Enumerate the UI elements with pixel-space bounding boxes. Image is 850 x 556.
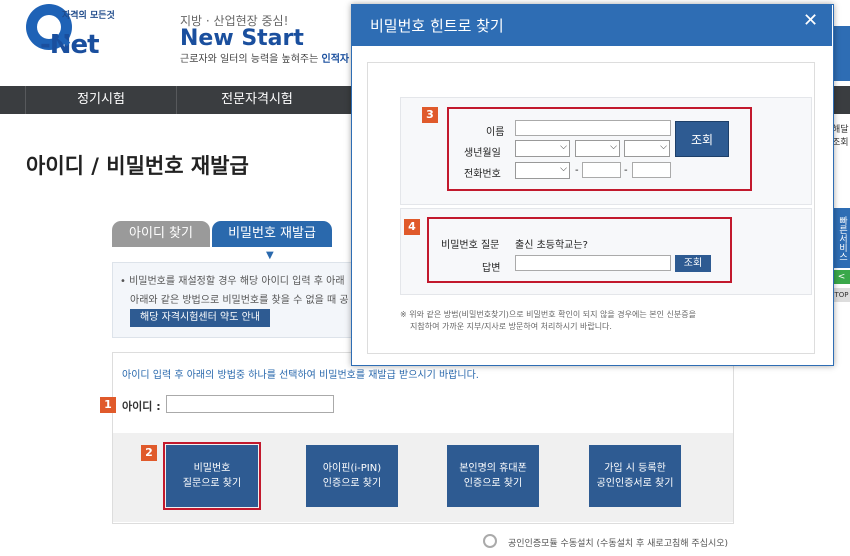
cert-module-link[interactable]: 공인인증모듈 수동설치 (수동설치 후 새로고침해 주십시오) (508, 536, 728, 549)
right-banner[interactable] (832, 26, 850, 81)
slogan-title: New Start (180, 26, 304, 51)
find-by-phone-button[interactable]: 본인명의 휴대폰 인증으로 찾기 (447, 445, 539, 507)
modal-title: 비밀번호 힌트로 찾기 (370, 17, 504, 35)
chevron-down-icon: ▼ (266, 250, 274, 261)
footnote-line-1: ※ 위와 같은 방법(비밀번호찾기)으로 비밀번호 확인이 되지 않을 경우에는… (400, 310, 696, 319)
center-map-button[interactable]: 해당 자격시험센터 약도 안내 (130, 309, 270, 327)
tab-reissue-password[interactable]: 비밀번호 재발급 (212, 221, 332, 247)
step-number-3: 3 (422, 107, 438, 123)
close-icon[interactable]: ✕ (803, 10, 818, 31)
right-rail-label: 해달조회 (832, 125, 849, 148)
step-number-1: 1 (100, 397, 116, 413)
birth-month-select[interactable]: ⌵ (575, 140, 620, 157)
chevron-down-icon: ⌵ (560, 164, 567, 174)
question-label: 비밀번호 질문 (441, 240, 500, 251)
find-by-ipin-button[interactable]: 아이핀(i-PIN) 인증으로 찾기 (306, 445, 398, 507)
notice-text-1: • 비밀번호를 재설정할 경우 해당 아이디 입력 후 아래 (120, 276, 345, 287)
question-value: 출신 초등학교는? (515, 240, 588, 251)
footnote-line-2: 지참하여 가까운 지부/지사로 방문하여 처리하시기 바랍니다. (410, 322, 612, 331)
slogan-desc-text: 근로자와 일터의 능력을 높혀주는 (180, 54, 319, 65)
answer-lookup-button[interactable]: 조회 (675, 255, 711, 272)
phone-label: 전화번호 (464, 169, 501, 180)
page-title: 아이디 / 비밀번호 재발급 (26, 154, 249, 178)
phone-last-input[interactable] (632, 162, 671, 178)
phone-separator-2: - (624, 165, 628, 176)
chevron-down-icon: ⌵ (610, 142, 617, 152)
chevron-down-icon: ⌵ (560, 142, 567, 152)
id-label: 아이디 : (122, 400, 161, 413)
answer-input[interactable] (515, 255, 671, 271)
phone-middle-input[interactable] (582, 162, 621, 178)
tab-find-id[interactable]: 아이디 찾기 (112, 221, 210, 247)
answer-label: 답변 (482, 263, 501, 274)
quick-service-button[interactable]: 빠른서비스 (833, 208, 850, 268)
birth-label: 생년월일 (464, 148, 501, 159)
method-intro-text: 아이디 입력 후 아래의 방법중 하나를 선택하여 비밀번호를 재발급 받으시기… (122, 370, 479, 381)
birth-day-select[interactable]: ⌵ (624, 140, 670, 157)
logo-tagline: 자격의 모든것 (62, 11, 115, 21)
name-input[interactable] (515, 120, 671, 136)
nav-item-regular-exam[interactable]: 정기시험 (25, 86, 176, 114)
slogan-description: 근로자와 일터의 능력을 높혀주는 인적자 (180, 50, 349, 65)
phone-prefix-select[interactable]: ⌵ (515, 162, 570, 179)
identity-lookup-button[interactable]: 조회 (675, 121, 729, 157)
phone-separator-1: - (575, 165, 579, 176)
logo-name: -Net (40, 30, 100, 60)
nav-item-professional-exam[interactable]: 전문자격시험 (176, 86, 337, 114)
slogan-desc-highlight: 인적자 (321, 54, 350, 65)
notice-text-2: 아래와 같은 방법으로 비밀번호를 찾을 수 없을 때 공 (130, 295, 349, 306)
find-by-question-button[interactable]: 비밀번호 질문으로 찾기 (163, 442, 261, 510)
gear-icon (483, 534, 497, 548)
find-by-certificate-button[interactable]: 가입 시 등록한 공인인증서로 찾기 (589, 445, 681, 507)
id-input[interactable] (166, 395, 334, 413)
collapse-arrow-icon[interactable]: < (833, 270, 850, 284)
birth-year-select[interactable]: ⌵ (515, 140, 570, 157)
step-number-2: 2 (141, 445, 157, 461)
name-label: 이름 (486, 127, 505, 138)
chevron-down-icon: ⌵ (660, 142, 667, 152)
top-button[interactable]: TOP (833, 288, 850, 302)
step-number-4: 4 (404, 219, 420, 235)
